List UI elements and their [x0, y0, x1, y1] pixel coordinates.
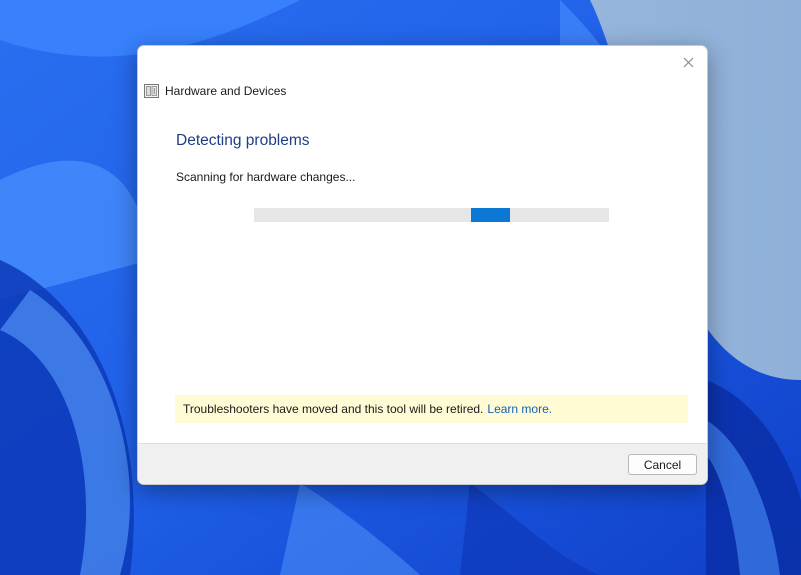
window-title: Hardware and Devices	[165, 84, 287, 98]
notice-text: Troubleshooters have moved and this tool…	[183, 402, 484, 416]
progress-indicator	[470, 208, 510, 222]
troubleshooter-icon	[144, 84, 159, 98]
retirement-notice: Troubleshooters have moved and this tool…	[175, 395, 688, 423]
status-text: Scanning for hardware changes...	[176, 170, 356, 184]
title-bar: Hardware and Devices	[144, 83, 286, 99]
progress-bar	[254, 208, 609, 222]
close-icon	[683, 57, 693, 67]
learn-more-link[interactable]: Learn more.	[487, 402, 552, 416]
close-button[interactable]	[677, 52, 699, 72]
page-heading: Detecting problems	[176, 132, 310, 149]
dialog-footer: Cancel	[138, 443, 707, 484]
cancel-button[interactable]: Cancel	[628, 454, 697, 475]
troubleshooter-dialog: Hardware and Devices Detecting problems …	[137, 45, 708, 485]
